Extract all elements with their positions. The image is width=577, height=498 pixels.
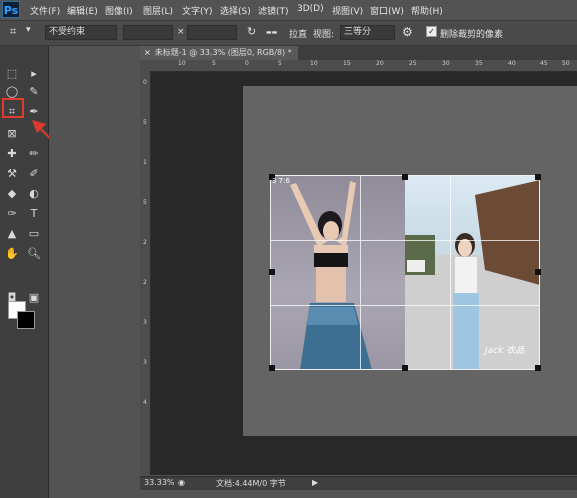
straighten-label[interactable]: 拉直 xyxy=(289,27,307,40)
status-bar: 33.33% ◉ 文档:4.44M/0 字节 ▶ xyxy=(140,476,577,491)
ruler-tick: 30 xyxy=(442,60,450,67)
ruler-corner xyxy=(140,60,150,71)
delete-cropped-checkbox[interactable]: ✓ xyxy=(426,26,437,37)
path-select-tool-icon[interactable]: ▲ xyxy=(2,224,22,244)
quick-mask-icon[interactable]: ◘ xyxy=(2,288,22,308)
crop-handle-left[interactable] xyxy=(269,269,275,275)
menu-3d[interactable]: 3D(D) xyxy=(297,4,324,14)
crop-handle-top[interactable] xyxy=(402,174,408,180)
panel-dock xyxy=(49,46,139,498)
ruler-tick: 15 xyxy=(343,60,351,67)
ruler-tick: 10 xyxy=(310,60,318,67)
ruler-tick: 0 xyxy=(245,60,249,67)
crop-handle-bottom-left[interactable] xyxy=(269,365,275,371)
view-label: 视图: xyxy=(313,30,335,40)
eraser-tool-icon[interactable]: ◆ xyxy=(2,184,22,204)
document-size: 文档:4.44M/0 字节 xyxy=(216,479,286,488)
type-tool-icon[interactable]: T xyxy=(24,204,44,224)
ruler-tick: 3 xyxy=(143,359,147,366)
status-info-icon[interactable]: ◉ xyxy=(178,478,185,487)
shape-tool-icon[interactable]: ▭ xyxy=(24,224,44,244)
ruler-tick: 35 xyxy=(475,60,483,67)
ruler-tick: 45 xyxy=(540,60,548,67)
straighten-icon[interactable]: ▬▬ xyxy=(266,29,277,36)
crop-handle-right[interactable] xyxy=(535,269,541,275)
ruler-tick: 25 xyxy=(409,60,417,67)
zoom-level[interactable]: 33.33% xyxy=(144,478,175,487)
menu-view[interactable]: 视图(V) xyxy=(332,4,363,17)
ruler-tick: 4 xyxy=(143,399,147,406)
pen-tool-icon[interactable]: ✑ xyxy=(2,204,22,224)
ruler-tick: 2 xyxy=(143,239,147,246)
ruler-tick: 20 xyxy=(376,60,384,67)
crop-area[interactable]: 3 7:6 Jack 衣品 xyxy=(269,174,541,371)
menu-layer[interactable]: 图层(L) xyxy=(143,4,173,17)
ruler-tick: 5 xyxy=(278,60,282,67)
ruler-tick: 5 xyxy=(143,199,147,206)
options-bar: ⌗ ▾ 不受约束 × ↻ ▬▬ 拉直 视图: 三等分 ⚙ ✓ 删除裁剪的像素 xyxy=(0,21,577,46)
height-input[interactable] xyxy=(187,25,237,40)
crop-preset-icon[interactable]: ⌗ xyxy=(10,25,16,39)
quick-select-tool-icon[interactable]: ✎ xyxy=(24,82,44,102)
background-color-swatch[interactable] xyxy=(17,311,35,329)
spot-heal-tool-icon[interactable]: ✚ xyxy=(2,144,22,164)
crop-handle-bottom-right[interactable] xyxy=(535,365,541,371)
view-select[interactable]: 三等分 xyxy=(340,25,395,40)
ruler-tick: 10 xyxy=(178,60,186,67)
ruler-tick: 50 xyxy=(562,60,570,67)
delete-cropped-label: 删除裁剪的像素 xyxy=(440,30,504,40)
menu-window[interactable]: 窗口(W) xyxy=(370,4,404,17)
horizontal-ruler: 10 5 0 5 10 15 20 25 30 35 40 45 50 xyxy=(150,60,577,72)
move-tool-icon[interactable]: ▸ xyxy=(24,64,44,84)
document-tab-bar: × 未标题-1 @ 33.3% (图层0, RGB/8) * xyxy=(140,46,577,61)
menu-bar: Ps 文件(F) 编辑(E) 图像(I) 图层(L) 文字(Y) 选择(S) 滤… xyxy=(0,0,577,21)
hand-tool-icon[interactable]: ✋ xyxy=(2,244,22,264)
menu-image[interactable]: 图像(I) xyxy=(105,4,133,17)
status-menu-arrow-icon[interactable]: ▶ xyxy=(312,478,318,487)
marquee-tool-icon[interactable]: ⬚ xyxy=(2,64,22,84)
menu-file[interactable]: 文件(F) xyxy=(30,4,60,17)
menu-help[interactable]: 帮助(H) xyxy=(411,4,443,17)
menu-filter[interactable]: 滤镜(T) xyxy=(258,4,289,17)
menu-type[interactable]: 文字(Y) xyxy=(182,4,213,17)
ruler-tick: 0 xyxy=(143,79,147,86)
crop-border[interactable] xyxy=(270,175,540,370)
ruler-tick: 40 xyxy=(508,60,516,67)
frame-tool-icon[interactable]: ⊠ xyxy=(2,124,22,144)
document-tab-title: 未标题-1 @ 33.3% (图层0, RGB/8) * xyxy=(154,48,292,57)
ruler-tick: 5 xyxy=(212,60,216,67)
photoshop-logo: Ps xyxy=(2,1,20,18)
rotate-icon[interactable]: ↻ xyxy=(247,25,256,38)
crop-size-label: 3 7:6 xyxy=(272,177,290,185)
screen-mode-icon[interactable]: ▣ xyxy=(24,288,44,308)
ratio-select[interactable]: 不受约束 xyxy=(45,25,117,40)
photo-watermark: Jack 衣品 xyxy=(485,346,525,356)
bottom-strip xyxy=(140,490,577,498)
document-tab[interactable]: × 未标题-1 @ 33.3% (图层0, RGB/8) * xyxy=(140,46,298,60)
crop-handle-bottom[interactable] xyxy=(402,365,408,371)
vertical-ruler: 0 5 1 5 2 2 3 3 4 xyxy=(140,71,151,475)
ruler-tick: 5 xyxy=(143,119,147,126)
close-icon[interactable]: × xyxy=(144,48,151,57)
zoom-tool-icon[interactable]: 🔍︎ xyxy=(24,244,44,264)
ruler-tick: 2 xyxy=(143,279,147,286)
width-input[interactable] xyxy=(123,25,173,40)
clone-stamp-tool-icon[interactable]: ⚒ xyxy=(2,164,22,184)
ruler-tick: 3 xyxy=(143,319,147,326)
menu-edit[interactable]: 编辑(E) xyxy=(67,4,98,17)
menu-select[interactable]: 选择(S) xyxy=(220,4,251,17)
crop-tool-highlight xyxy=(2,98,24,118)
gear-icon[interactable]: ⚙ xyxy=(402,25,413,39)
crop-handle-top-right[interactable] xyxy=(535,174,541,180)
chevron-down-icon[interactable]: ▾ xyxy=(26,25,31,35)
swap-dimensions-icon[interactable]: × xyxy=(177,27,185,37)
ruler-tick: 1 xyxy=(143,159,147,166)
